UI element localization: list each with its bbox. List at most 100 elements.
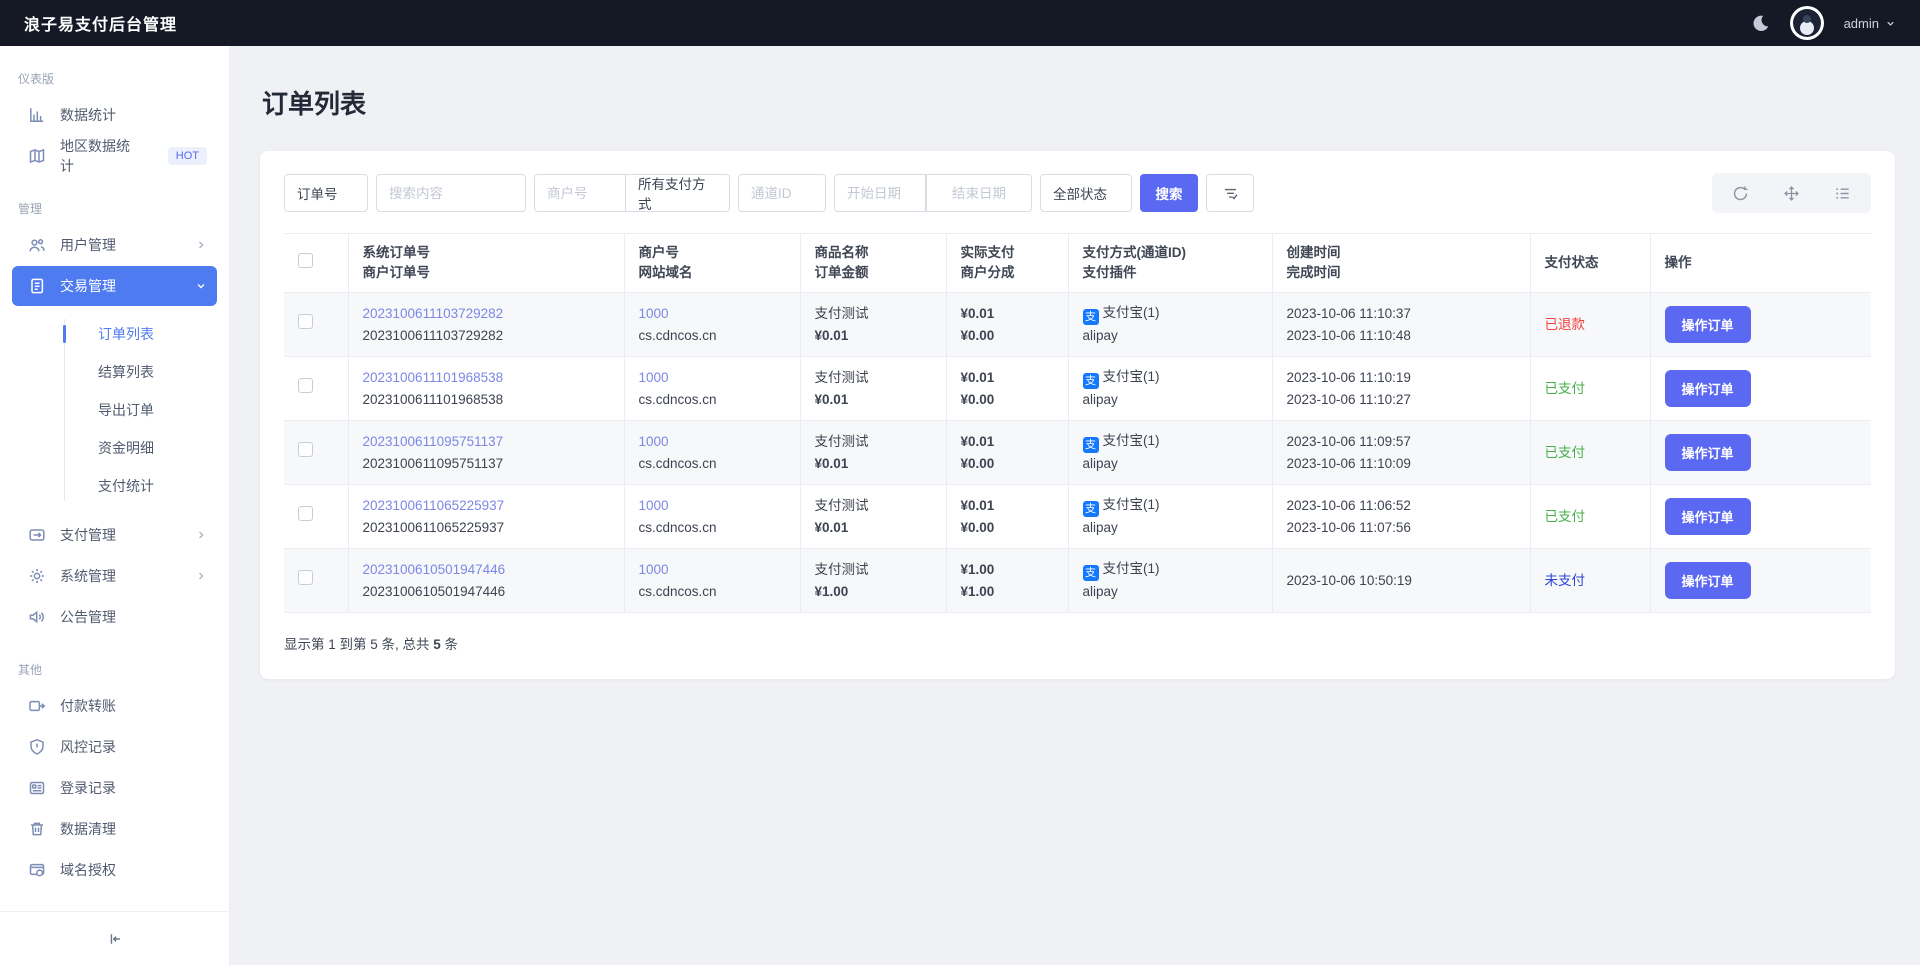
operate-order-button[interactable]: 操作订单: [1664, 434, 1751, 471]
order-numbers-cell: 2023100611103729282 2023100611103729282: [348, 292, 625, 357]
chevron-right-icon: [195, 529, 207, 541]
submenu-item-export-orders[interactable]: 导出订单: [0, 391, 229, 429]
page-title: 订单列表: [262, 89, 367, 119]
order-numbers-cell: 2023100611095751137 2023100611095751137: [348, 420, 625, 485]
transaction-submenu: 订单列表 结算列表 导出订单 资金明细 支付统计: [0, 307, 229, 515]
header-line: 商品名称: [814, 245, 869, 260]
header-line: 订单金额: [814, 265, 869, 280]
fullscreen-button[interactable]: [1783, 185, 1800, 202]
pay-method-label: 支付宝(1): [1102, 305, 1160, 320]
sidebar-item-label: 数据清理: [60, 821, 116, 837]
alipay-icon: 支: [1082, 309, 1099, 325]
status-cell: 已退款: [1530, 292, 1651, 357]
end-date-input[interactable]: [940, 174, 1032, 212]
header-paid: 实际支付 商户分成: [946, 233, 1069, 293]
table-header-row: 系统订单号 商户订单号 商户号 网站域名 商品名称 订单金额 实际支付 商户分成…: [284, 233, 1871, 293]
row-checkbox[interactable]: [298, 505, 313, 521]
system-order-link[interactable]: 2023100611101968538: [363, 367, 610, 389]
orders-table: 系统订单号 商户订单号 商户号 网站域名 商品名称 订单金额 实际支付 商户分成…: [284, 233, 1871, 613]
sidebar-item-login-records[interactable]: 登录记录: [12, 768, 217, 808]
header-line: 商户号: [638, 245, 680, 260]
header-merchant: 商户号 网站域名: [624, 233, 801, 293]
created-time: 2023-10-06 10:50:19: [1286, 572, 1412, 588]
sidebar-item-system-management[interactable]: 系统管理: [12, 556, 217, 596]
row-checkbox[interactable]: [298, 313, 313, 329]
columns-button[interactable]: [1834, 185, 1851, 202]
merchant-id-link[interactable]: 1000: [639, 495, 786, 517]
header-line: 操作: [1664, 255, 1692, 270]
system-order-link[interactable]: 2023100611103729282: [363, 303, 610, 325]
header-line: 实际支付: [960, 245, 1015, 260]
row-checkbox[interactable]: [298, 569, 313, 585]
pay-plugin: alipay: [1082, 392, 1118, 407]
merchant-id-link[interactable]: 1000: [639, 367, 786, 389]
advanced-filter-button[interactable]: [1206, 174, 1254, 212]
collapse-sidebar-button[interactable]: [107, 931, 123, 947]
sidebar-item-payout-transfer[interactable]: 付款转账: [12, 686, 217, 726]
merchant-id-input[interactable]: [534, 174, 626, 212]
user-menu[interactable]: admin: [1844, 16, 1896, 31]
order-field-select[interactable]: 订单号: [284, 174, 368, 212]
merchant-order-number: 2023100611065225937: [362, 519, 505, 535]
row-checkbox[interactable]: [298, 441, 313, 457]
channel-id-input[interactable]: [738, 174, 826, 212]
sidebar-item-region-stats[interactable]: 地区数据统计 HOT: [12, 136, 217, 176]
header-product: 商品名称 订单金额: [800, 233, 947, 293]
status-badge: 已退款: [1544, 316, 1586, 332]
topbar-actions: admin: [1750, 6, 1896, 40]
operate-order-button[interactable]: 操作订单: [1664, 498, 1751, 535]
pay-method-select[interactable]: 所有支付方式: [626, 174, 730, 212]
time-cell: 2023-10-06 10:50:19: [1272, 548, 1531, 613]
status-select[interactable]: 全部状态: [1040, 174, 1132, 212]
alipay-icon: 支: [1082, 565, 1099, 581]
operate-order-button[interactable]: 操作订单: [1664, 370, 1751, 407]
select-all-checkbox[interactable]: [298, 252, 313, 268]
table-row: 2023100611101968538 2023100611101968538 …: [284, 356, 1871, 421]
submenu-item-order-list[interactable]: 订单列表: [0, 315, 229, 353]
system-order-link[interactable]: 2023100610501947446: [363, 559, 610, 581]
system-order-link[interactable]: 2023100611095751137: [363, 431, 610, 453]
sidebar-item-user-management[interactable]: 用户管理: [12, 225, 217, 265]
merchant-share: ¥0.00: [960, 455, 995, 471]
sidebar-item-transaction-management[interactable]: 交易管理: [12, 266, 217, 306]
merchant-id-link[interactable]: 1000: [639, 559, 786, 581]
pagination-text: 显示第 1 到第 5 条, 总共: [284, 637, 434, 652]
filter-bar: 订单号 所有支付方式 全部状态 搜索: [284, 173, 1871, 213]
order-amount: ¥0.01: [814, 327, 849, 343]
sidebar-item-data-stats[interactable]: 数据统计: [12, 95, 217, 135]
avatar[interactable]: [1789, 6, 1824, 40]
sidebar-item-announcement-management[interactable]: 公告管理: [12, 597, 217, 637]
time-cell: 2023-10-06 11:06:52 2023-10-06 11:07:56: [1272, 484, 1531, 549]
search-input[interactable]: [376, 174, 526, 212]
action-cell: 操作订单: [1650, 484, 1871, 549]
submenu-item-settlement-list[interactable]: 结算列表: [0, 353, 229, 391]
refresh-button[interactable]: [1732, 185, 1749, 202]
alipay-icon: 支: [1082, 437, 1099, 453]
completed-time: 2023-10-06 11:10:09: [1286, 455, 1411, 471]
merchant-id-link[interactable]: 1000: [639, 431, 786, 453]
order-list-card: 订单号 所有支付方式 全部状态 搜索: [260, 151, 1895, 679]
time-cell: 2023-10-06 11:09:57 2023-10-06 11:10:09: [1272, 420, 1531, 485]
site-domain: cs.cdncos.cn: [638, 583, 717, 599]
checkbox-cell: [284, 356, 349, 421]
pagination-total: 5: [433, 637, 441, 652]
sidebar-item-data-cleanup[interactable]: 数据清理: [12, 809, 217, 849]
merchant-share: ¥0.00: [960, 519, 995, 535]
sidebar-item-risk-records[interactable]: 风控记录: [12, 727, 217, 767]
hot-badge: HOT: [167, 147, 207, 165]
operate-order-button[interactable]: 操作订单: [1664, 306, 1751, 343]
operate-order-button[interactable]: 操作订单: [1664, 562, 1751, 599]
row-checkbox[interactable]: [298, 377, 313, 393]
header-checkbox-cell: [284, 233, 349, 293]
submenu-item-payment-stats[interactable]: 支付统计: [0, 467, 229, 505]
speaker-icon: [28, 608, 46, 626]
system-order-link[interactable]: 2023100611065225937: [363, 495, 610, 517]
merchant-id-link[interactable]: 1000: [639, 303, 786, 325]
start-date-input[interactable]: [834, 174, 926, 212]
sidebar-item-label: 登录记录: [60, 780, 116, 796]
sidebar-item-domain-authorization[interactable]: 域名授权: [12, 850, 217, 890]
sidebar-item-payment-management[interactable]: 支付管理: [12, 515, 217, 555]
search-button[interactable]: 搜索: [1140, 174, 1198, 212]
dark-mode-toggle[interactable]: [1750, 13, 1770, 33]
submenu-item-fund-details[interactable]: 资金明细: [0, 429, 229, 467]
